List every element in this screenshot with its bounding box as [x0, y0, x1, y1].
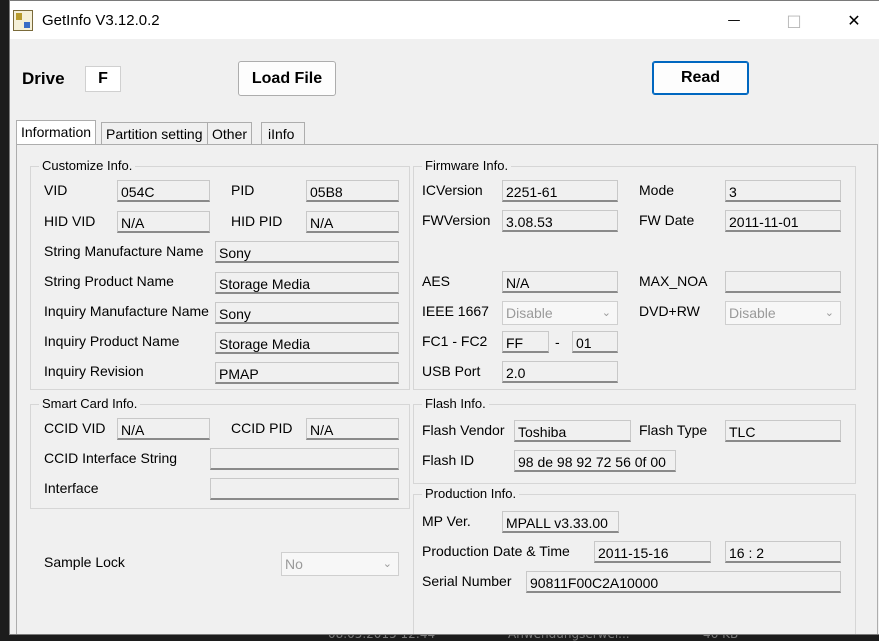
chevron-down-icon: ⌄ — [382, 558, 392, 570]
hid-pid-field[interactable]: N/A — [306, 211, 399, 233]
fc-separator: - — [555, 334, 560, 350]
drive-label: Drive — [22, 69, 65, 88]
load-file-button[interactable]: Load File — [238, 61, 336, 96]
string-product-name-field[interactable]: Storage Media — [215, 272, 399, 294]
production-time-field[interactable]: 16 : 2 — [725, 541, 841, 563]
sample-lock-value: No — [285, 556, 303, 572]
max-noa-field[interactable] — [725, 271, 841, 293]
inquiry-revision-field[interactable]: PMAP — [215, 362, 399, 384]
ccid-pid-label: CCID PID — [231, 420, 293, 436]
ieee1667-value: Disable — [506, 305, 553, 321]
sample-lock-label: Sample Lock — [44, 554, 125, 570]
mode-label: Mode — [639, 182, 675, 198]
production-date-field[interactable]: 2011-15-16 — [594, 541, 711, 563]
flash-type-label: Flash Type — [639, 422, 708, 438]
fw-date-label: FW Date — [639, 212, 695, 228]
ccid-vid-label: CCID VID — [44, 420, 106, 436]
fc2-field[interactable]: 01 — [572, 331, 618, 353]
flash-info-group: Flash Info. — [413, 396, 856, 484]
getinfo-window: GetInfo V3.12.0.2 — □ ✕ Drive F Load Fil… — [9, 0, 879, 635]
ic-version-label: ICVersion — [422, 182, 483, 198]
chevron-down-icon: ⌄ — [824, 307, 834, 319]
dvd-rw-value: Disable — [729, 305, 776, 321]
ic-version-field[interactable]: 2251-61 — [502, 180, 618, 202]
customize-info-title: Customize Info. — [39, 158, 136, 173]
title-bar[interactable]: GetInfo V3.12.0.2 — □ ✕ — [10, 1, 879, 39]
ccid-pid-field[interactable]: N/A — [306, 418, 399, 440]
ieee1667-select[interactable]: Disable ⌄ — [502, 301, 618, 325]
flash-type-field[interactable]: TLC — [725, 420, 841, 442]
usb-port-label: USB Port — [422, 363, 481, 379]
inquiry-product-name-field[interactable]: Storage Media — [215, 332, 399, 354]
dvd-rw-label: DVD+RW — [639, 303, 700, 319]
ccid-interface-string-label: CCID Interface String — [44, 450, 178, 466]
production-info-title: Production Info. — [422, 486, 520, 501]
interface-field[interactable] — [210, 478, 399, 500]
tab-partition-setting[interactable]: Partition setting — [101, 122, 208, 145]
flash-id-label: Flash ID — [422, 452, 475, 468]
inquiry-manufacture-name-field[interactable]: Sony — [215, 302, 399, 324]
ccid-interface-string-field[interactable] — [210, 448, 399, 470]
chevron-down-icon: ⌄ — [601, 307, 611, 319]
flash-vendor-field[interactable]: Toshiba — [514, 420, 631, 442]
usb-port-field[interactable]: 2.0 — [502, 361, 618, 383]
sample-lock-select[interactable]: No ⌄ — [281, 552, 399, 576]
production-date-time-label: Production Date & Time — [422, 543, 570, 559]
hid-pid-label: HID PID — [231, 213, 283, 229]
inquiry-product-name-label: Inquiry Product Name — [44, 333, 180, 349]
minimize-button[interactable]: — — [716, 9, 752, 33]
string-manufacture-name-label: String Manufacture Name — [44, 243, 204, 259]
firmware-info-title: Firmware Info. — [422, 158, 512, 173]
tab-information[interactable]: Information — [16, 120, 97, 146]
mode-field[interactable]: 3 — [725, 180, 841, 202]
serial-number-field[interactable]: 90811F00C2A10000 — [526, 571, 841, 593]
inquiry-manufacture-name-label: Inquiry Manufacture Name — [44, 303, 209, 319]
max-noa-label: MAX_NOA — [639, 273, 708, 289]
tab-iinfo[interactable]: iInfo — [261, 122, 306, 145]
interface-label: Interface — [44, 480, 99, 496]
drive-field[interactable]: F — [85, 66, 121, 92]
inquiry-revision-label: Inquiry Revision — [44, 363, 144, 379]
tab-other[interactable]: Other — [207, 122, 253, 145]
string-product-name-label: String Product Name — [44, 273, 174, 289]
pid-field[interactable]: 05B8 — [306, 180, 399, 202]
close-button[interactable]: ✕ — [836, 9, 872, 33]
flash-id-field[interactable]: 98 de 98 92 72 56 0f 00 — [514, 450, 676, 472]
aes-field[interactable]: N/A — [502, 271, 618, 293]
window-title: GetInfo V3.12.0.2 — [42, 12, 160, 29]
fw-version-label: FWVersion — [422, 212, 491, 228]
hid-vid-label: HID VID — [44, 213, 96, 229]
ccid-vid-field[interactable]: N/A — [117, 418, 210, 440]
pid-label: PID — [231, 182, 255, 198]
dvd-rw-select[interactable]: Disable ⌄ — [725, 301, 841, 325]
vid-label: VID — [44, 182, 68, 198]
fw-version-field[interactable]: 3.08.53 — [502, 210, 618, 232]
fc1-field[interactable]: FF — [502, 331, 549, 353]
flash-info-title: Flash Info. — [422, 396, 489, 411]
serial-number-label: Serial Number — [422, 573, 512, 589]
maximize-button[interactable]: □ — [776, 9, 812, 33]
fw-date-field[interactable]: 2011-11-01 — [725, 210, 841, 232]
flash-vendor-label: Flash Vendor — [422, 422, 505, 438]
string-manufacture-name-field[interactable]: Sony — [215, 241, 399, 263]
fc-label: FC1 - FC2 — [422, 333, 488, 349]
production-info-group: Production Info. — [413, 486, 856, 634]
mp-ver-field[interactable]: MPALL v3.33.00 — [502, 511, 619, 533]
hid-vid-field[interactable]: N/A — [117, 211, 210, 233]
vid-field[interactable]: 054C — [117, 180, 210, 202]
read-button[interactable]: Read — [652, 61, 749, 95]
smart-card-info-title: Smart Card Info. — [39, 396, 141, 411]
mp-ver-label: MP Ver. — [422, 513, 471, 529]
aes-label: AES — [422, 273, 451, 289]
ieee1667-label: IEEE 1667 — [422, 303, 489, 319]
app-icon — [13, 10, 33, 31]
